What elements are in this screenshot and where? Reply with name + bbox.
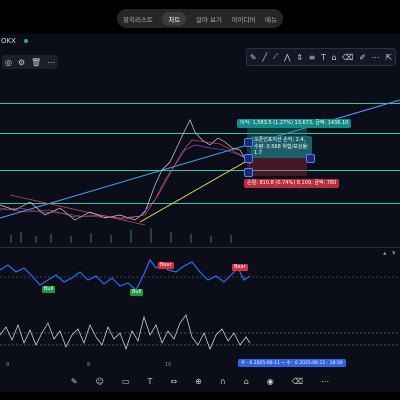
- brush-icon[interactable]: ✐: [359, 53, 366, 62]
- app-frame: 왓치리스트 차트 알아 보기 아이디어 메뉴 OKX ◎ ⚙ 🗑 ⋯ ✎ ╱ ⟋…: [0, 0, 400, 400]
- ruler-icon[interactable]: ⇔: [170, 377, 177, 386]
- oscillator-pane[interactable]: [0, 250, 400, 305]
- tab-menu[interactable]: 메뉴: [265, 14, 277, 24]
- pen-icon[interactable]: ✎: [250, 53, 257, 62]
- loss-zone[interactable]: [247, 158, 307, 176]
- top-navigation: 왓치리스트 차트 알아 보기 아이디어 메뉴: [117, 9, 283, 28]
- stop-loss-label[interactable]: 손절: 810.8 (0.74%) 8,109, 금액: 780: [244, 179, 340, 188]
- settings-icon[interactable]: ⚙: [18, 58, 25, 67]
- bottom-toolbar: ✎ ☺ ▭ T ⇔ ⊕ ∩ ⌂ ◉ ⌫ ⋯: [0, 370, 400, 392]
- text-icon-bottom[interactable]: T: [148, 377, 153, 386]
- trend-line-yellow[interactable]: [139, 157, 253, 223]
- bull-signal: Bull: [42, 286, 56, 293]
- x-axis-label: 9: [6, 362, 10, 368]
- magnet-icon[interactable]: ∩: [220, 377, 226, 386]
- oscillator-line: [0, 258, 251, 291]
- fib-icon[interactable]: ≡: [309, 53, 316, 62]
- volume-bars: [10, 228, 232, 243]
- tab-ideas[interactable]: 아이디어: [232, 14, 256, 24]
- shape-icon[interactable]: ▭: [122, 377, 130, 386]
- position-handle[interactable]: [244, 168, 253, 177]
- ray-icon[interactable]: ⟋: [273, 52, 279, 62]
- bear-signal: Bear: [232, 264, 248, 271]
- visibility-icon[interactable]: ◉: [267, 377, 274, 386]
- line-icon[interactable]: ╱: [262, 53, 267, 62]
- emoji-icon[interactable]: ☺: [96, 377, 104, 386]
- tab-chart[interactable]: 차트: [162, 11, 187, 26]
- trend-line-blue[interactable]: [0, 99, 400, 219]
- tab-explore[interactable]: 알아 보기: [196, 14, 222, 24]
- cursor-icon[interactable]: ⇱: [385, 53, 392, 62]
- pen-icon-bottom[interactable]: ✎: [71, 377, 78, 386]
- pattern-icon[interactable]: ⋀: [284, 53, 291, 62]
- trash-icon-bottom[interactable]: ⌫: [292, 377, 303, 386]
- trash-icon-draw[interactable]: ⌫: [342, 53, 353, 62]
- bear-signal: Bear: [158, 262, 174, 269]
- market-status-icon: [24, 39, 28, 43]
- position-handle[interactable]: [244, 138, 253, 147]
- trash-icon[interactable]: 🗑: [31, 58, 41, 67]
- x-axis-label: 8: [87, 362, 91, 368]
- date-range-badge[interactable]: 수 · 6 2025-06-11 ~ 수 · 6 2025-06-11 · 18…: [238, 359, 346, 367]
- zoom-icon[interactable]: ⊕: [195, 377, 202, 386]
- price-chart[interactable]: [0, 70, 400, 250]
- price-line: [0, 119, 251, 221]
- tab-watchlist[interactable]: 왓치리스트: [123, 14, 153, 24]
- more-icon-draw[interactable]: ⋯: [372, 53, 380, 62]
- measure-icon[interactable]: ⇕: [296, 53, 303, 62]
- symbol-label[interactable]: OKX: [1, 37, 16, 45]
- more-icon[interactable]: ⋯: [47, 58, 55, 67]
- position-handle[interactable]: [244, 154, 253, 163]
- volatility-line: [0, 314, 251, 351]
- object-toolbar: ◎ ⚙ 🗑 ⋯: [2, 55, 58, 69]
- volatility-pane[interactable]: [0, 305, 400, 360]
- pane-divider[interactable]: [0, 247, 400, 248]
- lock-icon[interactable]: ⌂: [332, 53, 337, 62]
- more-icon-bottom[interactable]: ⋯: [321, 377, 329, 386]
- bull-signal: Bull: [130, 289, 144, 296]
- eye-icon[interactable]: ◎: [5, 58, 12, 67]
- x-axis-label: 10: [165, 362, 172, 368]
- position-info-label[interactable]: 오픈인포지션 손익: 2.4, 수량: 0.568 위험/보상율: 1.7: [251, 136, 312, 158]
- position-handle[interactable]: [306, 154, 315, 163]
- lock-icon-bottom[interactable]: ⌂: [244, 377, 249, 386]
- drawing-toolbar: ✎ ╱ ⟋ ⋀ ⇕ ≡ T ⌂ ⌫ ✐ ⋯ ⇱: [246, 48, 396, 66]
- text-icon[interactable]: T: [321, 53, 326, 62]
- take-profit-label[interactable]: 이익: 1,583.5 (1.27%) 13,673, 금액: 1436.10: [237, 119, 352, 128]
